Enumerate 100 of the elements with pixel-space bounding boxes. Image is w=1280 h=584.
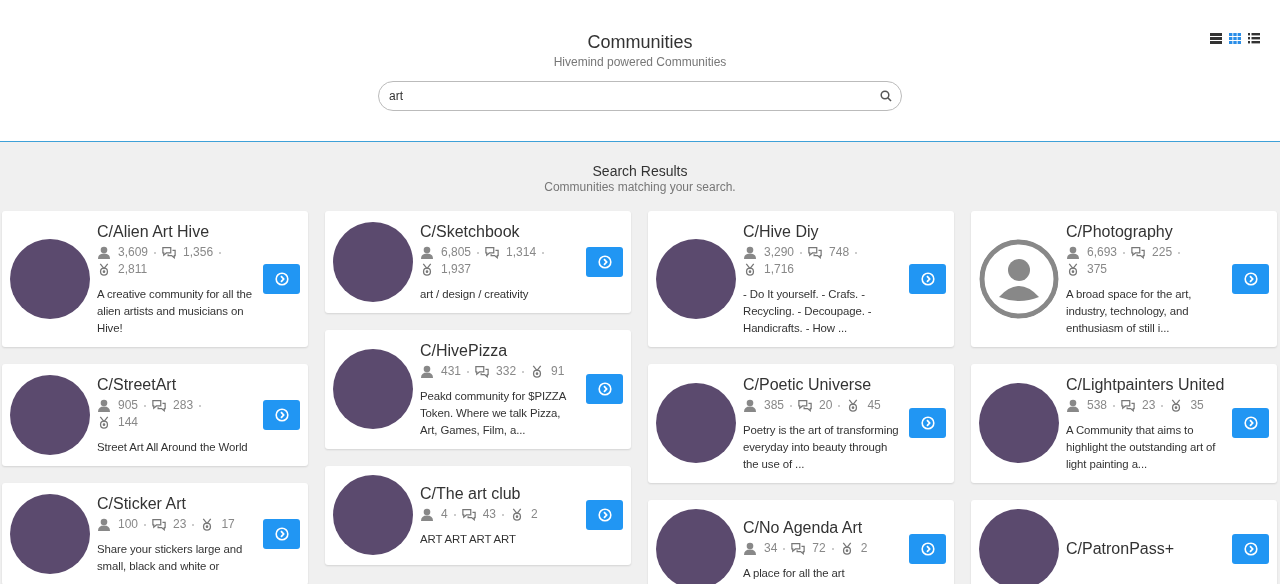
post-count: 332 <box>496 363 517 380</box>
author-count: 1,716 <box>764 261 795 278</box>
community-name[interactable]: C/Sticker Art <box>97 492 256 516</box>
open-community-button[interactable] <box>1232 534 1269 564</box>
person-icon <box>97 246 111 259</box>
open-community-button[interactable] <box>586 374 623 404</box>
community-name[interactable]: C/PatronPass+ <box>1066 537 1225 561</box>
medal-icon <box>743 263 757 276</box>
chat-icon <box>152 399 167 412</box>
chat-icon <box>1131 246 1146 259</box>
chat-icon <box>798 399 813 412</box>
post-count: 23 <box>173 516 187 533</box>
results-subtitle: Communities matching your search. <box>543 180 737 194</box>
community-description: - Do It yourself. - Crafs. - Recycling. - Decoupage. - Handicrafts. - How ... <box>743 287 873 336</box>
community-description: Peakd community for $PIZZA Token. Where we talk Pizza, Art, Games, Film, a... <box>420 389 567 438</box>
default-avatar-icon <box>979 238 1059 319</box>
community-description: ART ART ART ART <box>420 532 517 547</box>
results-title: Search Results <box>591 163 689 179</box>
open-community-button[interactable] <box>586 500 623 530</box>
author-count: 1,937 <box>441 261 472 278</box>
community-description: A creative community for all the alien artists and musicians on Hive! <box>97 287 254 336</box>
author-count: 375 <box>1087 261 1108 278</box>
post-count: 1,356 <box>183 244 214 261</box>
community-name[interactable]: C/Sketchbook <box>420 220 579 244</box>
chevron-circle-icon <box>1243 271 1258 286</box>
person-icon <box>420 508 434 521</box>
rows-view-icon[interactable] <box>1210 33 1222 44</box>
author-count: 2 <box>531 506 538 523</box>
chevron-circle-icon <box>1243 416 1258 430</box>
chat-icon <box>485 246 500 259</box>
open-community-button[interactable] <box>263 399 300 430</box>
medal-icon <box>1066 263 1080 276</box>
chat-icon <box>808 246 823 259</box>
person-icon <box>1066 246 1080 259</box>
author-count: 35 <box>1190 397 1204 414</box>
grid-view-icon[interactable] <box>1229 33 1241 44</box>
person-icon <box>1066 399 1080 412</box>
post-count: 20 <box>819 397 833 414</box>
author-count: 91 <box>551 363 565 380</box>
chevron-circle-icon <box>274 271 289 286</box>
community-name[interactable]: C/StreetArt <box>97 373 256 397</box>
person-icon <box>743 399 757 412</box>
medal-icon <box>97 263 111 276</box>
chevron-circle-icon <box>274 407 289 422</box>
member-count: 385 <box>764 397 785 414</box>
member-count: 6,693 <box>1087 244 1118 261</box>
member-count: 3,609 <box>118 244 149 261</box>
list-view-icon[interactable] <box>1248 33 1260 44</box>
community-description: Street Art All Around the World <box>97 440 249 455</box>
chat-icon <box>791 542 806 555</box>
community-description: A broad space for the art, industry, technology, and enthusiasm of still i... <box>1066 287 1193 336</box>
open-community-button[interactable] <box>1232 408 1269 438</box>
member-count: 431 <box>441 363 462 380</box>
member-count: 538 <box>1087 397 1108 414</box>
chevron-circle-icon <box>1243 542 1258 556</box>
member-count: 905 <box>118 397 139 414</box>
author-count: 45 <box>867 397 881 414</box>
community-name[interactable]: C/Poetic Universe <box>743 373 902 397</box>
author-count: 17 <box>221 516 235 533</box>
person-icon <box>743 542 757 555</box>
post-count: 748 <box>829 244 850 261</box>
post-count: 283 <box>173 397 194 414</box>
community-name[interactable]: C/Alien Art Hive <box>97 220 256 244</box>
author-count: 2 <box>860 540 868 557</box>
chevron-circle-icon <box>597 382 612 396</box>
member-count: 4 <box>441 506 448 523</box>
search-field[interactable]: art <box>378 81 902 111</box>
search-icon[interactable] <box>880 90 892 102</box>
post-count: 1,314 <box>506 244 537 261</box>
post-count: 43 <box>482 506 497 523</box>
page-title: Communities <box>587 32 693 53</box>
community-name[interactable]: C/Photography <box>1066 220 1225 244</box>
person-icon <box>97 399 111 412</box>
page-subtitle: Hivemind powered Communities <box>553 55 727 69</box>
chevron-circle-icon <box>597 508 612 522</box>
community-name[interactable]: C/No Agenda Art <box>743 516 902 540</box>
community-name[interactable]: C/HivePizza <box>420 339 579 363</box>
medal-icon <box>420 263 434 276</box>
author-count: 144 <box>118 414 139 431</box>
open-community-button[interactable] <box>263 518 300 549</box>
open-community-button[interactable] <box>263 263 300 294</box>
chevron-circle-icon <box>920 542 935 556</box>
medal-icon <box>97 416 111 429</box>
open-community-button[interactable] <box>586 246 623 277</box>
chat-icon <box>152 518 167 531</box>
person-icon <box>420 246 434 259</box>
community-description: A Community that aims to highlight the outstanding art of light painting a... <box>1066 423 1217 472</box>
open-community-button[interactable] <box>1232 263 1269 294</box>
open-community-button[interactable] <box>909 263 946 294</box>
person-icon <box>420 365 434 378</box>
community-name[interactable]: C/Lightpainters United <box>1066 373 1225 397</box>
open-community-button[interactable] <box>909 408 946 438</box>
chevron-circle-icon <box>597 254 612 269</box>
chat-icon <box>475 365 490 378</box>
community-name[interactable]: C/Hive Diy <box>743 220 902 244</box>
community-name[interactable]: C/The art club <box>420 482 579 506</box>
author-count: 2,811 <box>118 261 148 278</box>
chevron-circle-icon <box>920 271 935 286</box>
member-count: 6,805 <box>441 244 472 261</box>
open-community-button[interactable] <box>909 534 946 564</box>
